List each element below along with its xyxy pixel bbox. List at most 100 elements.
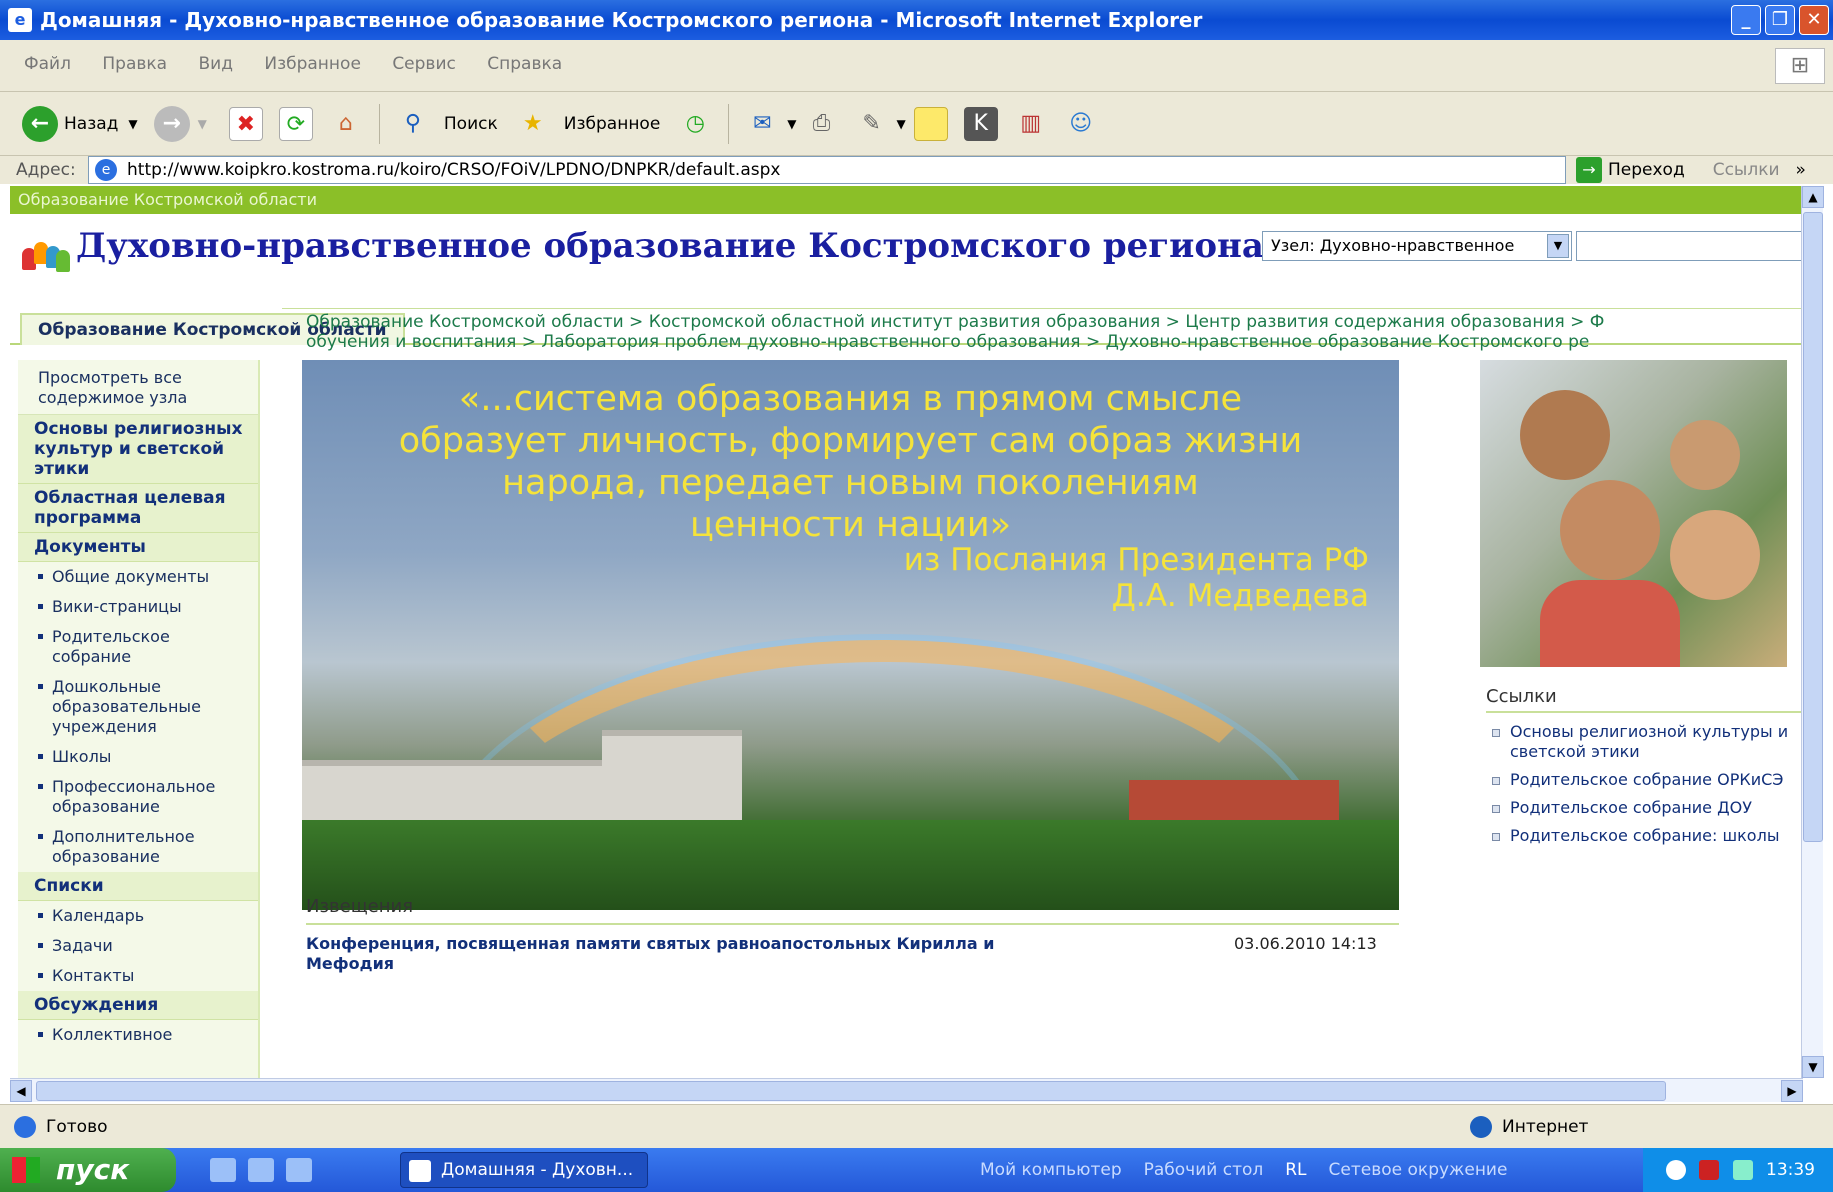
site-scope-select[interactable]: Узел: Духовно-нравственное ▼ <box>1262 231 1572 261</box>
maximize-button[interactable]: ❐ <box>1765 5 1795 35</box>
favorites-star-icon[interactable]: ★ <box>516 107 550 141</box>
edit-icon[interactable]: ✎ <box>855 107 889 141</box>
toolbar-separator <box>378 103 380 144</box>
search-icon[interactable]: ⚲ <box>396 107 430 141</box>
scroll-down-icon[interactable]: ▼ <box>1802 1056 1824 1078</box>
desktop-icon[interactable] <box>210 1158 236 1182</box>
home-icon[interactable]: ⌂ <box>329 107 363 141</box>
links-list: Основы религиозной культуры и светской э… <box>1486 718 1803 850</box>
stop-icon[interactable]: ✖ <box>228 106 263 141</box>
link-item[interactable]: Родительское собрание ОРКиСЭ <box>1486 766 1803 794</box>
nav-item-tasks[interactable]: Задачи <box>18 931 258 961</box>
taskbar-window-button[interactable]: Домашняя - Духовн... <box>400 1152 648 1188</box>
minimize-button[interactable]: _ <box>1731 5 1761 35</box>
announcement-link[interactable]: Конференция, посвященная памяти святых р… <box>306 934 1086 974</box>
chevron-down-icon[interactable]: ▼ <box>1547 234 1569 258</box>
search-button[interactable]: Поиск <box>444 114 498 134</box>
edit-dropdown-icon[interactable]: ▼ <box>897 117 906 131</box>
breadcrumb-line[interactable]: Образование Костромской области > Костро… <box>306 312 1803 332</box>
scrollbar-thumb[interactable] <box>1803 212 1823 842</box>
top-strip-link[interactable]: Образование Костромской области <box>18 190 317 209</box>
breadcrumb-line[interactable]: обучения и воспитания > Лаборатория проб… <box>306 332 1803 352</box>
media-player-icon[interactable] <box>286 1158 312 1182</box>
notes-icon[interactable] <box>913 106 948 141</box>
nav-heading-lists[interactable]: Списки <box>18 872 258 901</box>
messenger-icon[interactable]: ☺ <box>1064 107 1098 141</box>
ie-icon[interactable] <box>248 1158 274 1182</box>
nav-heading-discussions[interactable]: Обсуждения <box>18 991 258 1020</box>
link-item[interactable]: Родительское собрание ДОУ <box>1486 794 1803 822</box>
back-arrow-icon[interactable]: ← <box>22 105 58 142</box>
view-all-content-link[interactable]: Просмотреть все содержимое узла <box>18 360 258 415</box>
start-label: пуск <box>56 1153 130 1186</box>
menu-tools[interactable]: Сервис <box>392 54 456 74</box>
chevron-right-icon[interactable]: » <box>1796 160 1806 180</box>
go-button[interactable]: → Переход <box>1576 157 1685 183</box>
nav-item-contacts[interactable]: Контакты <box>18 961 258 991</box>
windows-flag-icon <box>12 1157 40 1183</box>
address-input[interactable]: e http://www.koipkro.kostroma.ru/koiro/C… <box>88 156 1566 184</box>
close-button[interactable]: ✕ <box>1799 5 1829 35</box>
menu-file[interactable]: Файл <box>24 54 71 74</box>
quote-attr-line: из Послания Президента РФ <box>903 542 1369 578</box>
network-tray-icon[interactable] <box>1732 1160 1753 1180</box>
taskbar: пуск Домашняя - Духовн... Мой компьютер … <box>0 1148 1833 1192</box>
nav-heading-documents[interactable]: Документы <box>18 533 258 562</box>
nav-heading-program[interactable]: Областная целевая программа <box>18 484 258 533</box>
scroll-up-icon[interactable]: ▲ <box>1802 186 1824 208</box>
nav-item-wiki[interactable]: Вики-страницы <box>18 592 258 622</box>
banner-quote: «...система образования в прямом смысле … <box>302 378 1399 546</box>
kaspersky-icon[interactable]: K <box>963 106 998 141</box>
person <box>1670 510 1760 600</box>
search-input[interactable] <box>1576 231 1803 261</box>
kaspersky-tray-icon[interactable] <box>1699 1160 1720 1180</box>
taskbar-link[interactable]: RL <box>1285 1148 1306 1192</box>
back-dropdown-icon[interactable]: ▼ <box>128 117 137 131</box>
nav-item-documents[interactable]: Общие документы <box>18 562 258 592</box>
menu-view[interactable]: Вид <box>198 54 232 74</box>
start-button[interactable]: пуск <box>0 1148 176 1192</box>
nav-item-parents[interactable]: Родительское собрание <box>18 622 258 672</box>
nav-item-professional[interactable]: Профессиональное образование <box>18 772 258 822</box>
nav-item-additional[interactable]: Дополнительное образование <box>18 822 258 872</box>
page-viewport: Образование Костромской области Духовно-… <box>10 186 1803 1078</box>
nav-item-preschool[interactable]: Дошкольные образовательные учреждения <box>18 672 258 742</box>
print-icon[interactable]: ⎙ <box>805 107 839 141</box>
scroll-right-icon[interactable]: ▶ <box>1781 1080 1803 1102</box>
menu-favorites[interactable]: Избранное <box>264 54 361 74</box>
ie-icon: e <box>8 8 32 32</box>
nav-heading-religion[interactable]: Основы религиозных культур и светской эт… <box>18 415 258 484</box>
person <box>1540 580 1680 667</box>
nav-item-calendar[interactable]: Календарь <box>18 901 258 931</box>
scrollbar-thumb[interactable] <box>36 1081 1666 1101</box>
taskbar-link[interactable]: Рабочий стол <box>1144 1148 1264 1192</box>
mail-dropdown-icon[interactable]: ▼ <box>787 117 796 131</box>
vertical-scrollbar[interactable]: ▲ ▼ <box>1801 186 1824 1078</box>
tray-arrow-icon[interactable] <box>1665 1160 1686 1180</box>
nav-item-schools[interactable]: Школы <box>18 742 258 772</box>
taskbar-link[interactable]: Сетевое окружение <box>1329 1148 1508 1192</box>
mail-icon[interactable]: ✉ <box>745 107 779 141</box>
scroll-left-icon[interactable]: ◀ <box>10 1080 32 1102</box>
taskbar-link[interactable]: Мой компьютер <box>980 1148 1122 1192</box>
menu-help[interactable]: Справка <box>487 54 562 74</box>
back-button[interactable]: Назад <box>64 114 118 134</box>
taskbar-toolbars: Мой компьютер Рабочий стол RL Сетевое ок… <box>980 1148 1507 1192</box>
toolbar-separator <box>728 103 730 144</box>
link-item[interactable]: Родительское собрание: школы <box>1486 822 1803 850</box>
link-item[interactable]: Основы религиозной культуры и светской э… <box>1486 718 1803 766</box>
horizontal-scrollbar[interactable]: ◀ ▶ <box>10 1078 1803 1102</box>
forward-dropdown-icon[interactable]: ▼ <box>198 117 207 131</box>
menu-edit[interactable]: Правка <box>102 54 167 74</box>
site-scope-value: Узел: Духовно-нравственное <box>1271 236 1515 255</box>
refresh-icon[interactable]: ⟳ <box>278 106 313 141</box>
window-title: Домашняя - Духовно-нравственное образова… <box>40 8 1203 32</box>
research-icon[interactable]: ▥ <box>1014 107 1048 141</box>
content-divider <box>282 308 1803 309</box>
nav-item-collective[interactable]: Коллективное <box>18 1020 258 1050</box>
history-icon[interactable]: ◷ <box>678 107 712 141</box>
forward-arrow-icon[interactable]: → <box>153 105 190 142</box>
zone-text: Интернет <box>1502 1117 1589 1137</box>
favorites-button[interactable]: Избранное <box>564 114 661 134</box>
links-toolbar-label[interactable]: Ссылки <box>1713 160 1780 180</box>
